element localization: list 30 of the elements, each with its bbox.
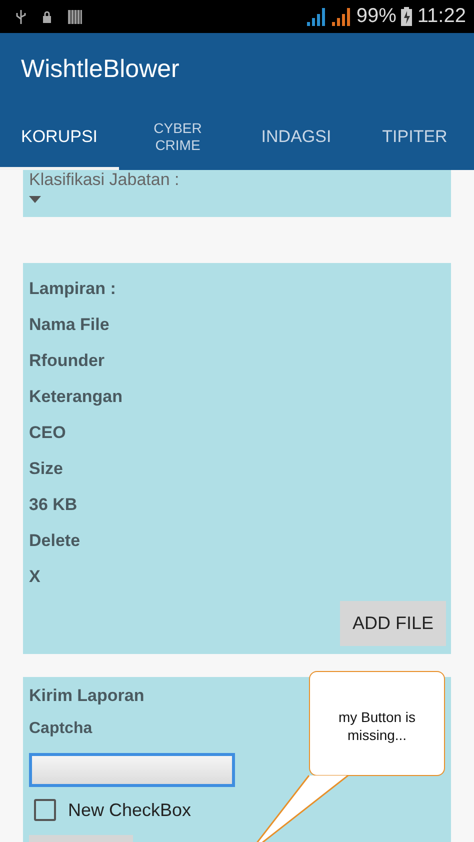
field-label: Klasifikasi Jabatan : — [29, 170, 180, 190]
add-file-button[interactable]: ADD FILE — [340, 601, 446, 646]
section-title: Lampiran : — [29, 278, 116, 300]
info-text: X — [29, 566, 40, 588]
info-text: Keterangan — [29, 386, 123, 408]
info-text: 36 KB — [29, 494, 78, 516]
dropdown-arrow-icon[interactable] — [29, 196, 41, 203]
battery-charging-icon — [401, 7, 412, 26]
lock-icon — [42, 10, 52, 22]
signal-icon — [331, 8, 352, 26]
tab[interactable]: INDAGSI — [237, 106, 356, 170]
info-text: CEO — [29, 422, 66, 444]
checkbox-label: New CheckBox — [68, 800, 192, 820]
clock-time: 11:22 — [417, 5, 466, 28]
battery-percent: 99% — [356, 5, 396, 28]
section-title: Kirim Laporan — [29, 685, 144, 707]
info-text: Size — [29, 458, 64, 480]
barcode-icon — [68, 10, 82, 24]
callout-text: my Button is missing... — [337, 708, 417, 745]
info-text: Nama File — [29, 314, 110, 336]
info-text: Delete — [29, 530, 80, 552]
tab[interactable]: CYBER CRIME — [118, 106, 237, 170]
info-text: Rfounder — [29, 350, 105, 372]
usb-icon — [16, 10, 26, 24]
app-title: WishtleBlower — [20, 54, 180, 85]
field-label: Captcha — [29, 719, 92, 739]
checkbox[interactable] — [34, 799, 56, 821]
tab[interactable]: TIPITER — [356, 106, 474, 170]
signal-icon — [306, 8, 326, 26]
captcha-field[interactable] — [29, 753, 235, 787]
